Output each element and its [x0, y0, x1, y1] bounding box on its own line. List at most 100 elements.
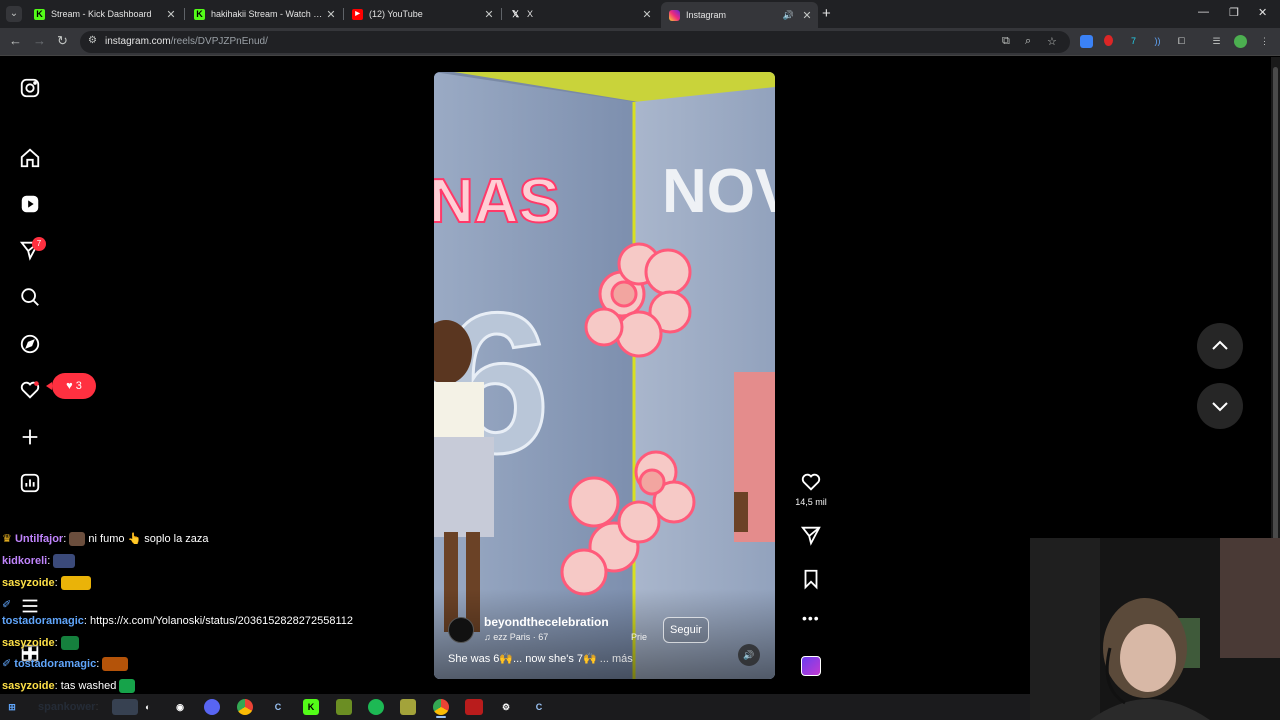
- share-button[interactable]: [800, 524, 822, 546]
- extension-icon[interactable]: [1104, 35, 1113, 46]
- chat-message: kidkoreli:: [2, 554, 76, 568]
- windows-taskbar: ⊞ ◐ ◉ C K ⚙ C: [0, 694, 1030, 720]
- webcam-feed: [1030, 538, 1280, 720]
- site-info-icon[interactable]: ⚙: [88, 35, 100, 47]
- chat-message: ✐ tostadoramagic:: [2, 657, 129, 672]
- save-button[interactable]: [800, 568, 822, 590]
- tab-search-button[interactable]: ⌄: [6, 6, 22, 22]
- home-icon[interactable]: [19, 147, 41, 169]
- profile-avatar[interactable]: [1234, 35, 1247, 48]
- steam-icon[interactable]: ◐: [140, 699, 156, 715]
- chat-username: sasyzoide: [2, 679, 55, 692]
- reels-icon[interactable]: [19, 193, 41, 215]
- emote-image: [60, 636, 79, 650]
- emote-image: [102, 657, 129, 672]
- browser-tab[interactable]: K hakihakii Stream - Watch Live o ✕: [186, 2, 342, 26]
- chat-username: Untilfajor: [14, 533, 64, 545]
- reel-video-frame: 6 NAS NOV: [434, 72, 775, 679]
- media-control-icon[interactable]: ☰: [1210, 35, 1223, 48]
- browser-tab[interactable]: 𝕏 X ✕: [502, 2, 658, 26]
- discord-icon[interactable]: [204, 699, 220, 715]
- chat-username: tostadoramagic: [2, 615, 84, 627]
- chrome-icon[interactable]: [433, 699, 449, 715]
- tab-separator: [184, 8, 185, 20]
- voicemod-icon[interactable]: [465, 699, 483, 715]
- speaker-icon[interactable]: 🔊: [783, 10, 794, 21]
- music-note-icon: ♫: [484, 632, 491, 642]
- extension-icon[interactable]: )): [1151, 35, 1164, 48]
- follow-button[interactable]: Seguir: [663, 617, 709, 643]
- chat-message: sasyzoide: tas washed: [2, 679, 136, 693]
- chat-message: sasyzoide:: [2, 576, 91, 590]
- sword-badge-icon: ✐: [2, 599, 12, 611]
- back-icon[interactable]: ←: [9, 33, 22, 48]
- taskbar-app-icon[interactable]: [112, 699, 138, 715]
- reel-audio-link[interactable]: ♫ ezz Paris · 67: [484, 632, 548, 642]
- extension-icon[interactable]: 7: [1127, 35, 1140, 48]
- notifications-popup[interactable]: ♥ 3: [46, 373, 96, 399]
- minimize-icon[interactable]: —: [1198, 6, 1209, 18]
- emote-image: [69, 532, 86, 547]
- share-paper-plane-icon: [800, 526, 821, 546]
- taskbar-app-icon[interactable]: C: [531, 699, 547, 715]
- close-window-icon[interactable]: ✕: [1258, 6, 1267, 19]
- like-button[interactable]: [800, 471, 822, 493]
- create-plus-icon[interactable]: [19, 426, 41, 448]
- new-tab-button[interactable]: +: [822, 5, 831, 22]
- notifications-heart-icon[interactable]: [19, 379, 41, 401]
- extensions-puzzle-icon[interactable]: ⧠: [1175, 35, 1188, 48]
- next-reel-button[interactable]: [1197, 383, 1243, 429]
- browser-tab[interactable]: K Stream - Kick Dashboard ✕: [26, 2, 182, 26]
- obs-icon[interactable]: ◉: [172, 699, 188, 715]
- taskbar-app-icon[interactable]: [400, 699, 416, 715]
- forward-icon[interactable]: →: [33, 33, 46, 48]
- reel-author-avatar[interactable]: [448, 617, 474, 643]
- reel-audio-thumbnail[interactable]: [801, 656, 821, 676]
- menu-dots-icon[interactable]: ⋮: [1258, 35, 1271, 48]
- chrome-icon[interactable]: [237, 699, 253, 715]
- extension-icon[interactable]: [1080, 35, 1093, 48]
- chat-text: ni fumo 👆 soplo la zaza: [88, 533, 209, 545]
- reel-audio-text: ezz Paris · 67: [493, 632, 549, 642]
- minecraft-icon[interactable]: [336, 699, 352, 715]
- zoom-icon[interactable]: ⌕: [1025, 35, 1031, 48]
- close-tab-icon[interactable]: ✕: [482, 8, 496, 21]
- previous-reel-button[interactable]: [1197, 323, 1243, 369]
- address-bar[interactable]: ⚙ instagram.com/reels/DVPJZPnEnud/ ⧉ ⌕ ☆: [80, 31, 1070, 53]
- browser-tab[interactable]: ▶ (12) YouTube ✕: [344, 2, 500, 26]
- chat-username: kidkoreli: [2, 554, 48, 567]
- caption-more-link[interactable]: ... más: [600, 653, 633, 665]
- like-count: 14,5 mil: [795, 497, 827, 507]
- tab-title: Instagram: [686, 10, 727, 20]
- browser-tab-active[interactable]: Instagram 🔊 ✕: [661, 2, 818, 28]
- close-tab-icon[interactable]: ✕: [164, 8, 178, 21]
- url-text[interactable]: instagram.com/reels/DVPJZPnEnud/: [105, 36, 268, 47]
- chat-message: ✐: [2, 598, 11, 611]
- kick-icon[interactable]: K: [303, 699, 319, 715]
- taskbar-app-icon[interactable]: C: [270, 699, 286, 715]
- dashboard-icon[interactable]: [19, 472, 41, 494]
- settings-gear-icon[interactable]: ⚙: [498, 699, 514, 715]
- emote-image: [119, 679, 136, 693]
- instagram-logo-icon[interactable]: [19, 77, 41, 99]
- close-tab-icon[interactable]: ✕: [324, 8, 338, 21]
- explore-icon[interactable]: [19, 333, 41, 355]
- reel-video[interactable]: 6 NAS NOV beyondthecelebrati: [434, 72, 775, 679]
- reel-author-username[interactable]: beyondthecelebration: [484, 615, 609, 629]
- restore-icon[interactable]: ❐: [1229, 6, 1239, 19]
- volume-toggle-button[interactable]: 🔊: [738, 644, 760, 666]
- x-icon: 𝕏: [511, 8, 520, 19]
- chat-username: tostadoramagic: [14, 658, 97, 670]
- youtube-icon: ▶: [352, 8, 363, 20]
- more-options-icon[interactable]: •••: [802, 610, 820, 626]
- install-app-icon[interactable]: ⧉: [1002, 35, 1010, 48]
- chat-message: sasyzoide:: [2, 636, 79, 650]
- spotify-icon[interactable]: [368, 699, 384, 715]
- reel-caption[interactable]: She was 6🙌... now she's 7🙌 ... más: [448, 652, 633, 665]
- windows-start-icon[interactable]: ⊞: [4, 699, 20, 715]
- close-tab-icon[interactable]: ✕: [640, 8, 654, 21]
- search-icon[interactable]: [19, 286, 41, 308]
- reload-icon[interactable]: ↻: [57, 33, 68, 49]
- close-tab-icon[interactable]: ✕: [800, 9, 814, 22]
- bookmark-star-icon[interactable]: ☆: [1047, 35, 1057, 48]
